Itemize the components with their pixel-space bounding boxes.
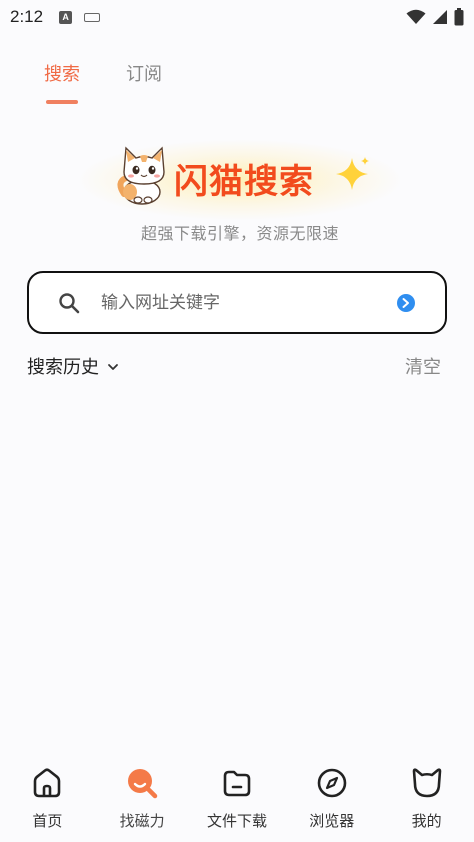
tab-search[interactable]: 搜索 bbox=[44, 60, 80, 106]
wifi-icon bbox=[406, 9, 426, 24]
keyboard-icon bbox=[84, 12, 101, 22]
sparkle-icon bbox=[336, 157, 369, 190]
status-time: 2:12 bbox=[10, 7, 44, 26]
magnet-search-icon bbox=[128, 769, 158, 799]
chevron-down-icon[interactable] bbox=[107, 363, 119, 371]
nav-item-home[interactable]: 首页 bbox=[2, 758, 92, 842]
home-icon bbox=[34, 768, 61, 798]
top-tabs: 搜索 订阅 bbox=[44, 60, 162, 106]
signal-icon bbox=[433, 10, 447, 24]
notification-icons: A bbox=[59, 10, 101, 24]
brand-subtitle: 超强下载引擎，资源无限速 bbox=[140, 224, 339, 243]
search-box[interactable] bbox=[27, 271, 447, 334]
go-arrow-icon[interactable] bbox=[397, 293, 415, 312]
tab-subscribe[interactable]: 订阅 bbox=[126, 60, 162, 106]
folder-icon bbox=[223, 770, 251, 797]
nav-label-magnet: 找磁力 bbox=[119, 812, 165, 830]
nav-label-home: 首页 bbox=[32, 812, 63, 830]
nav-label-mine: 我的 bbox=[411, 812, 442, 830]
nav-label-downloads: 文件下载 bbox=[206, 812, 267, 830]
system-icons bbox=[406, 8, 464, 26]
brand-title: 闪猫搜索 bbox=[174, 162, 314, 202]
clear-history-button[interactable]: 清空 bbox=[405, 353, 441, 379]
nav-item-browser[interactable]: 浏览器 bbox=[287, 758, 377, 842]
search-input[interactable] bbox=[101, 292, 381, 313]
status-bar: 2:12 A bbox=[0, 0, 474, 34]
search-history-title[interactable]: 搜索历史 bbox=[27, 353, 99, 379]
nav-item-mine[interactable]: 我的 bbox=[382, 758, 472, 842]
bottom-nav: 首页 找磁力 文件下载 浏览器 我的 bbox=[0, 758, 474, 842]
cat-head-icon bbox=[412, 768, 441, 798]
nav-label-browser: 浏览器 bbox=[309, 812, 355, 830]
nav-item-magnet[interactable]: 找磁力 bbox=[97, 758, 187, 842]
compass-icon bbox=[317, 768, 347, 798]
nav-item-downloads[interactable]: 文件下载 bbox=[192, 758, 282, 842]
search-icon bbox=[59, 292, 80, 313]
cat-mascot-icon bbox=[117, 146, 165, 205]
a-notification-icon: A bbox=[59, 10, 73, 24]
brand-banner: 闪猫搜索 超强下载引擎，资源无限速 bbox=[60, 130, 420, 243]
battery-icon bbox=[454, 8, 464, 26]
search-history-header: 搜索历史 清空 bbox=[27, 352, 441, 380]
